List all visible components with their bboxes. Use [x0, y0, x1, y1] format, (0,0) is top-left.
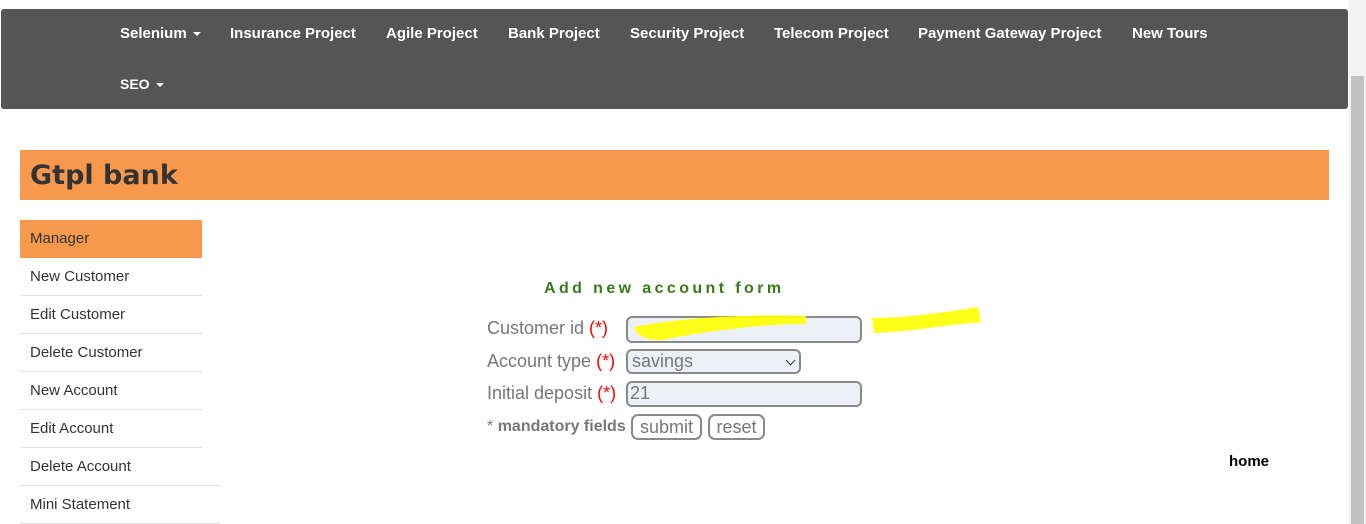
nav-seo[interactable]: SEO	[120, 76, 164, 92]
nav-selenium[interactable]: Selenium	[120, 25, 201, 42]
sidebar-item-label: Edit Account	[30, 420, 114, 437]
mandatory-note: * mandatory fields	[487, 418, 626, 436]
nav-telecom-project[interactable]: Telecom Project	[774, 25, 889, 42]
sidebar-item-label: New Account	[30, 382, 118, 399]
account-type-label: Account type (*)	[487, 351, 615, 372]
caret-down-icon	[155, 83, 164, 88]
nav-insurance-project[interactable]: Insurance Project	[230, 25, 356, 42]
required-marker: (*)	[589, 318, 609, 338]
account-type-select[interactable]: savings	[626, 349, 801, 374]
sidebar-item-label: Delete Customer	[30, 344, 143, 361]
nav-security-project[interactable]: Security Project	[630, 25, 744, 42]
sidebar-item-new-customer[interactable]: New Customer	[20, 258, 202, 296]
required-marker: (*)	[597, 383, 617, 403]
sidebar-item-label: Manager	[30, 230, 90, 247]
initial-deposit-input[interactable]: 21	[626, 381, 862, 407]
nav-new-tours[interactable]: New Tours	[1132, 25, 1208, 42]
account-type-label-text: Account type	[487, 351, 592, 371]
required-marker: (*)	[596, 351, 616, 371]
home-link[interactable]: home	[1229, 453, 1269, 470]
customer-id-label-text: Customer id	[487, 318, 585, 338]
nav-selenium-label: Selenium	[120, 25, 187, 42]
form-title: Add new account form	[544, 280, 785, 297]
chevron-down-icon	[785, 355, 796, 366]
mandatory-text: mandatory fields	[497, 418, 626, 435]
customer-id-label: Customer id (*)	[487, 318, 608, 339]
nav-bank-project[interactable]: Bank Project	[508, 25, 600, 42]
site-title: Gtpl bank	[30, 160, 178, 191]
sidebar-item-manager[interactable]: Manager	[20, 220, 202, 258]
customer-id-input[interactable]	[626, 316, 862, 343]
nav-payment-gateway-project[interactable]: Payment Gateway Project	[918, 25, 1101, 42]
nav-seo-label: SEO	[120, 76, 150, 92]
initial-deposit-label-text: Initial deposit	[487, 383, 593, 403]
vertical-scrollbar-thumb[interactable]	[1351, 76, 1364, 524]
caret-down-icon	[192, 32, 201, 37]
submit-button[interactable]: submit	[631, 414, 702, 440]
sidebar-menu: Manager New Customer Edit Customer Delet…	[20, 220, 220, 524]
nav-agile-project[interactable]: Agile Project	[386, 25, 478, 42]
site-banner: Gtpl bank	[20, 150, 1329, 200]
reset-button[interactable]: reset	[708, 414, 765, 440]
sidebar-item-label: Edit Customer	[30, 306, 126, 323]
sidebar-item-label: Delete Account	[30, 458, 131, 475]
account-type-value: savings	[632, 351, 694, 371]
sidebar-item-edit-account[interactable]: Edit Account	[20, 410, 202, 448]
sidebar-item-new-account[interactable]: New Account	[20, 372, 202, 410]
highlight-stroke-2	[872, 307, 981, 333]
sidebar-item-label: Mini Statement	[30, 496, 131, 513]
mandatory-asterisk: *	[487, 418, 494, 435]
sidebar-item-delete-customer[interactable]: Delete Customer	[20, 334, 202, 372]
initial-deposit-label: Initial deposit (*)	[487, 383, 616, 404]
top-navbar: Selenium Insurance Project Agile Project…	[1, 9, 1348, 109]
sidebar-item-mini-statement[interactable]: Mini Statement	[20, 486, 220, 524]
sidebar-item-delete-account[interactable]: Delete Account	[20, 448, 220, 486]
sidebar-item-edit-customer[interactable]: Edit Customer	[20, 296, 202, 334]
sidebar-item-label: New Customer	[30, 268, 130, 285]
